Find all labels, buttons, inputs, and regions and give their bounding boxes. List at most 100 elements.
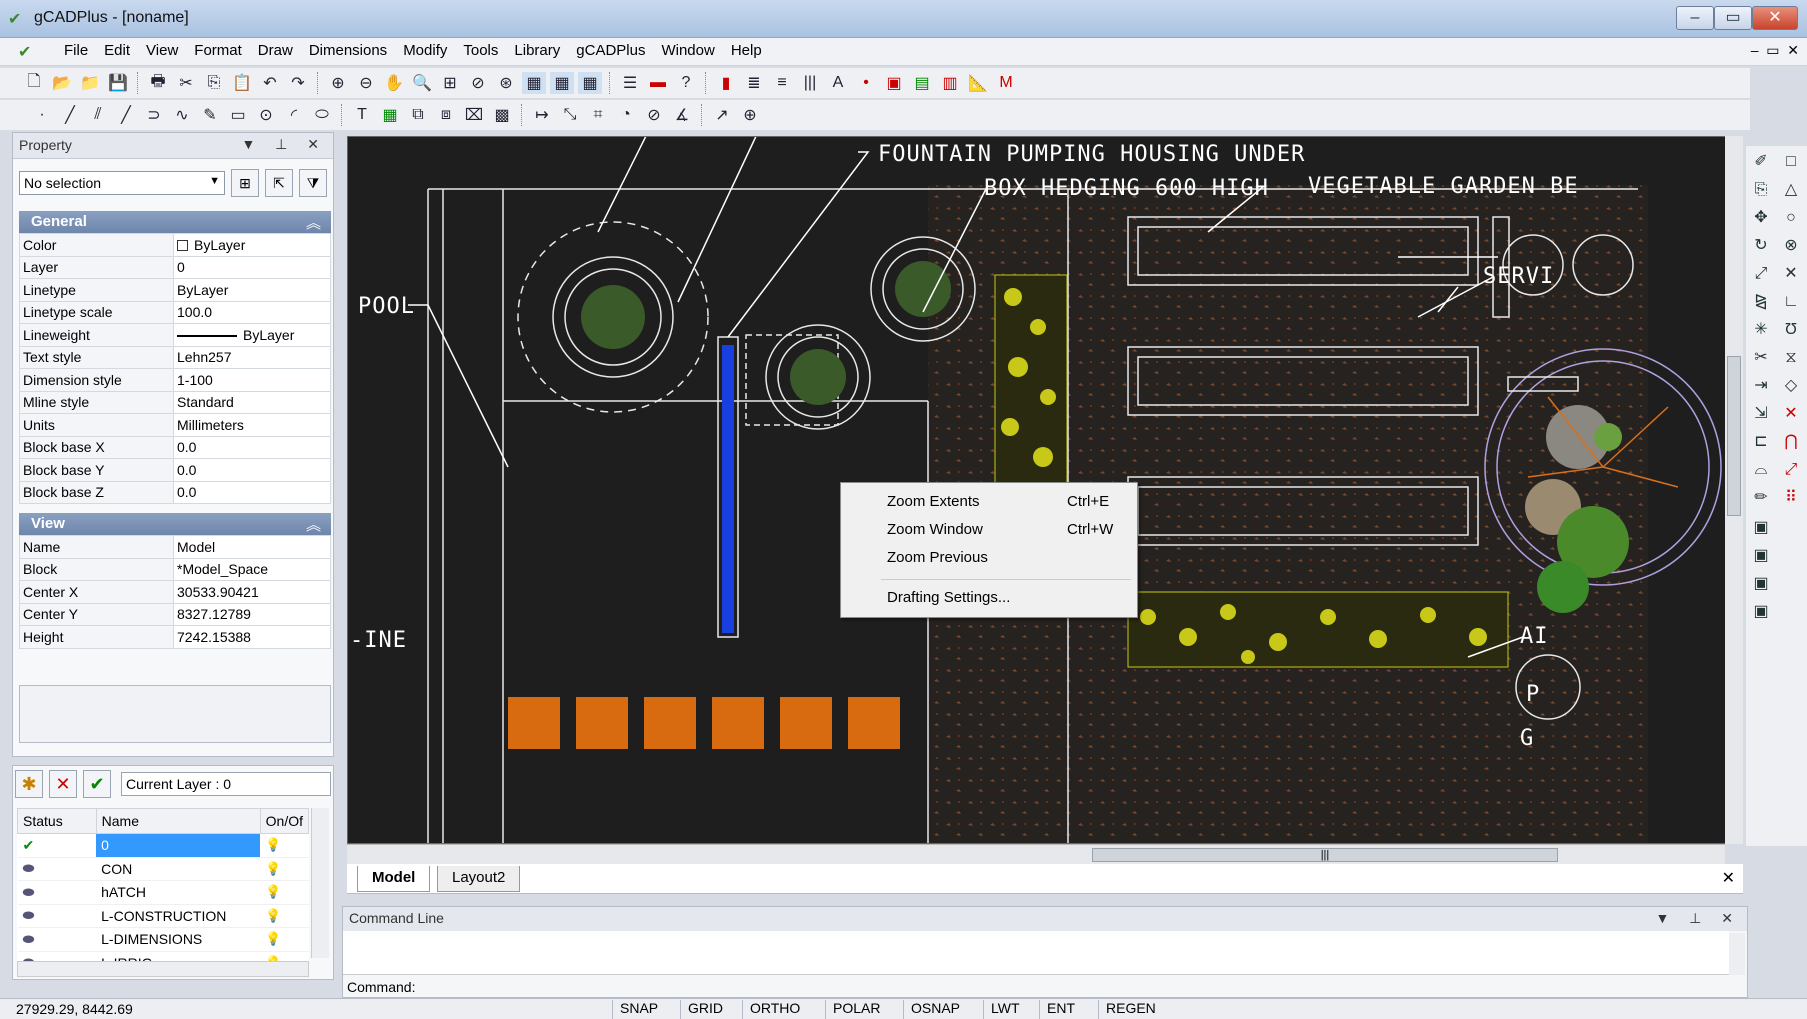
property-row[interactable]: Linetype ByLayer xyxy=(19,278,331,302)
command-scrollbar[interactable] xyxy=(1729,933,1745,975)
property-row[interactable]: Lineweight ByLayer xyxy=(19,323,331,347)
color-icon[interactable]: ▮ xyxy=(714,72,738,94)
layer-status-icon[interactable]: ⬬ xyxy=(17,880,97,905)
property-row[interactable]: Block *Model_Space xyxy=(19,557,331,581)
lightbulb-icon[interactable]: 💡 xyxy=(260,880,309,905)
canvas-horizontal-scrollbar[interactable]: ||| xyxy=(347,844,1725,864)
point-tool-icon[interactable]: · xyxy=(30,104,54,126)
property-row[interactable]: Color ByLayer xyxy=(19,233,331,257)
status-column-header[interactable]: Status xyxy=(17,808,97,834)
menu-help[interactable]: Help xyxy=(723,38,770,63)
filter-icon[interactable]: ⧩ xyxy=(299,169,327,197)
triangle-snap-icon[interactable]: △ xyxy=(1778,178,1804,202)
property-row[interactable]: Dimension style 1-100 xyxy=(19,368,331,392)
offset-icon[interactable]: ⊏ xyxy=(1748,430,1774,454)
layer-row[interactable]: ✔ 0 💡 xyxy=(17,833,309,858)
copy-object-icon[interactable]: ⎘ xyxy=(1748,178,1774,202)
paste-icon[interactable]: 📋 xyxy=(230,72,254,94)
mtext-icon[interactable]: ▦ xyxy=(378,104,402,126)
mirror-icon[interactable]: ⧎ xyxy=(1748,290,1774,314)
zoom-previous-icon[interactable]: ⊘ xyxy=(466,72,490,94)
polyline-icon[interactable]: ╱ xyxy=(114,104,138,126)
zoom-all-icon[interactable]: ⊛ xyxy=(494,72,518,94)
layer-name[interactable]: L-DIMENSIONS xyxy=(96,927,261,952)
menu-gcadplus[interactable]: gCADPlus xyxy=(568,38,653,63)
tab-layout2[interactable]: Layout2 xyxy=(437,866,521,892)
arc-line-icon[interactable]: ⊃ xyxy=(142,104,166,126)
text-style-icon[interactable]: A xyxy=(826,72,850,94)
general-section-header[interactable]: General ︽ xyxy=(19,211,331,233)
zoom-out-icon[interactable]: ⊖ xyxy=(354,72,378,94)
property-value[interactable]: Millimeters xyxy=(173,413,331,437)
property-value[interactable]: ByLayer xyxy=(173,233,331,257)
property-row[interactable]: Center Y 8327.12789 xyxy=(19,602,331,626)
close-tab-icon[interactable]: ✕ xyxy=(1722,868,1735,888)
current-check-icon[interactable]: ✔ xyxy=(17,833,97,858)
property-row[interactable]: Layer 0 xyxy=(19,255,331,279)
redo-icon[interactable]: ↷ xyxy=(286,72,310,94)
menu-tools[interactable]: Tools xyxy=(455,38,506,63)
property-row[interactable]: Height 7242.15388 xyxy=(19,625,331,649)
copy-icon[interactable]: ⎘ xyxy=(202,72,226,94)
stretch-icon[interactable]: ⇲ xyxy=(1748,402,1774,426)
mdi-controls[interactable]: – ▭ ✕ xyxy=(1751,42,1799,59)
library-icon[interactable]: ▥ xyxy=(938,72,962,94)
rectangle-icon[interactable]: ▭ xyxy=(226,104,250,126)
ortho-toggle[interactable]: ORTHO xyxy=(742,1000,807,1019)
quadrant-snap-icon[interactable]: ◇ xyxy=(1778,374,1804,398)
menu-format[interactable]: Format xyxy=(186,38,250,63)
cut-icon[interactable]: ✂ xyxy=(174,72,198,94)
property-value[interactable]: Lehn257 xyxy=(173,345,331,369)
view3-icon[interactable]: ▦ xyxy=(578,72,602,94)
property-value[interactable]: 0 xyxy=(173,255,331,279)
property-value[interactable]: Model xyxy=(173,535,331,559)
menu-edit[interactable]: Edit xyxy=(96,38,138,63)
menu-library[interactable]: Library xyxy=(506,38,568,63)
dim-aligned-icon[interactable]: ⤡ xyxy=(558,104,582,126)
perpendicular-snap-icon[interactable]: ∟ xyxy=(1778,290,1804,314)
lightbulb-icon[interactable]: 💡 xyxy=(260,904,309,928)
layer-icon[interactable]: ▬ xyxy=(646,72,670,94)
linetype-icon[interactable]: ☰ xyxy=(618,72,642,94)
circle-snap-icon[interactable]: ○ xyxy=(1778,206,1804,230)
property-value[interactable]: ByLayer xyxy=(173,278,331,302)
lightbulb-icon[interactable]: 💡 xyxy=(260,857,309,881)
property-value[interactable]: 7242.15388 xyxy=(173,625,331,649)
menu-window[interactable]: Window xyxy=(653,38,722,63)
panel-controls[interactable]: ▼ ⊥ ✕ xyxy=(1655,910,1741,927)
property-row[interactable]: Block base Z 0.0 xyxy=(19,480,331,504)
layer-row[interactable]: ⬬ L-DIMENSIONS 💡 xyxy=(17,927,309,952)
menu-view[interactable]: View xyxy=(138,38,186,63)
line-icon[interactable]: ╱ xyxy=(58,104,82,126)
dim-radius-icon[interactable]: ◔ xyxy=(614,104,638,126)
hscroll-thumb[interactable]: ||| xyxy=(1092,848,1558,862)
menu-draw[interactable]: Draw xyxy=(250,38,301,63)
maximize-button[interactable]: ▭ xyxy=(1714,6,1752,30)
layer-name[interactable]: 0 xyxy=(96,833,261,858)
spline-icon[interactable]: ∿ xyxy=(170,104,194,126)
property-value[interactable]: 8327.12789 xyxy=(173,602,331,626)
view2-icon[interactable]: ▦ xyxy=(550,72,574,94)
undo-icon[interactable]: ↶ xyxy=(258,72,282,94)
property-row[interactable]: Block base X 0.0 xyxy=(19,435,331,459)
dim-diameter-icon[interactable]: ⊘ xyxy=(642,104,666,126)
property-value[interactable]: Standard xyxy=(173,390,331,414)
tangent-snap-icon[interactable]: Ʊ xyxy=(1778,318,1804,342)
block-icon[interactable]: ▣ xyxy=(882,72,906,94)
array4-icon[interactable]: ▣ xyxy=(1748,600,1774,624)
point-icon[interactable]: • xyxy=(854,72,878,94)
snap-toggle[interactable]: SNAP xyxy=(612,1000,665,1019)
properties-icon[interactable]: ✏ xyxy=(1748,486,1774,510)
open-template-icon[interactable]: 📁 xyxy=(78,72,102,94)
property-value[interactable]: *Model_Space xyxy=(173,557,331,581)
menu-file[interactable]: File xyxy=(56,38,96,63)
close-button[interactable]: ✕ xyxy=(1752,6,1798,30)
zoom-window-item[interactable]: Zoom Window Ctrl+W xyxy=(887,521,1113,538)
layer-status-icon[interactable]: ⬬ xyxy=(17,857,97,881)
layer-row[interactable]: ⬬ CON 💡 xyxy=(17,857,309,881)
trim-icon[interactable]: ✂ xyxy=(1748,346,1774,370)
zoom-previous-item[interactable]: Zoom Previous xyxy=(887,549,988,566)
menu-dimensions[interactable]: Dimensions xyxy=(301,38,395,63)
extend-icon[interactable]: ⇥ xyxy=(1748,374,1774,398)
zoom-in-icon[interactable]: ⊕ xyxy=(326,72,350,94)
